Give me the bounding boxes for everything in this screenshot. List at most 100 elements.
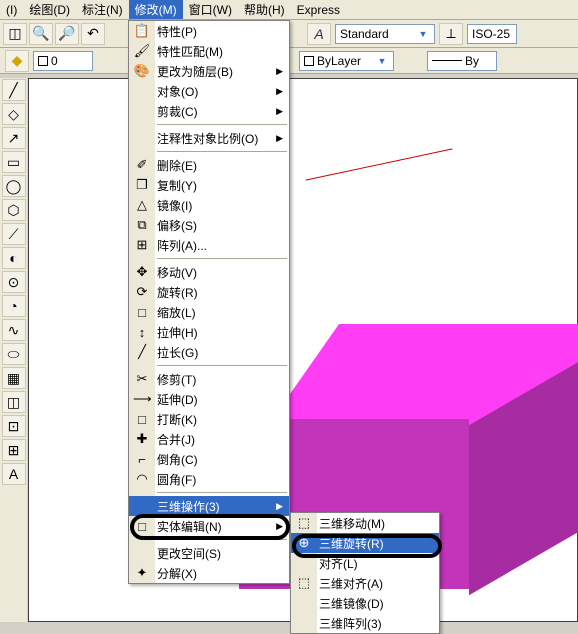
menu-Express[interactable]: Express xyxy=(291,0,346,19)
menu-icon: □ xyxy=(133,305,151,320)
modify-item-20[interactable]: ✂修剪(T) xyxy=(129,369,289,389)
tool-icon[interactable]: ∿ xyxy=(2,319,26,341)
menu-icon: ╱ xyxy=(133,344,151,360)
menu-修改(M)[interactable]: 修改(M) xyxy=(129,0,183,19)
modify-item-24[interactable]: ⌐倒角(C) xyxy=(129,449,289,469)
tool-icon[interactable]: ╱ xyxy=(2,79,26,101)
3dop-item-2[interactable]: 对齐(L) xyxy=(291,553,439,573)
modify-item-8[interactable]: ✐删除(E) xyxy=(129,155,289,175)
modify-item-6[interactable]: 注释性对象比例(O)▶ xyxy=(129,128,289,148)
dim-style-icon[interactable]: ⟂ xyxy=(439,23,463,45)
tool-icon[interactable]: ▦ xyxy=(2,367,26,389)
modify-item-17[interactable]: ↕拉伸(H) xyxy=(129,322,289,342)
separator xyxy=(157,258,287,259)
menu-label: 偏移(S) xyxy=(157,217,197,234)
color-combo[interactable]: ByLayer▼ xyxy=(299,51,394,71)
tool-icon[interactable]: 🔎 xyxy=(55,23,79,45)
modify-item-0[interactable]: 📋特性(P) xyxy=(129,21,289,41)
modify-item-11[interactable]: ⧉偏移(S) xyxy=(129,215,289,235)
menu-label: 三维阵列(3) xyxy=(319,615,382,632)
text-style-icon[interactable]: A xyxy=(307,23,331,45)
modify-item-18[interactable]: ╱ 拉长(G) xyxy=(129,342,289,362)
modify-item-1[interactable]: 🖌特性匹配(M) xyxy=(129,41,289,61)
modify-item-16[interactable]: □缩放(L) xyxy=(129,302,289,322)
tool-icon[interactable]: ⬡ xyxy=(2,199,26,221)
modify-item-31[interactable]: ✦分解(X) xyxy=(129,563,289,583)
3dop-item-1[interactable]: ⊕三维旋转(R) xyxy=(291,533,439,553)
modify-item-28[interactable]: □实体编辑(N)▶ xyxy=(129,516,289,536)
dropdown-icon: ▼ xyxy=(375,56,389,66)
modify-item-12[interactable]: ⊞阵列(A)... xyxy=(129,235,289,255)
submenu-arrow-icon: ▶ xyxy=(276,133,283,144)
menu-icon: 🖌 xyxy=(133,43,151,59)
text-style-combo[interactable]: Standard▼ xyxy=(335,24,435,44)
line-preview xyxy=(432,60,462,61)
3dop-item-4[interactable]: 三维镜像(D) xyxy=(291,593,439,613)
menu-label: 复制(Y) xyxy=(157,177,197,194)
menu-绘图(D)[interactable]: 绘图(D) xyxy=(23,0,76,19)
tool-icon[interactable]: ⟋ xyxy=(2,223,26,245)
tool-icon[interactable]: ↗ xyxy=(2,127,26,149)
menu-label: 对象(O) xyxy=(157,83,198,100)
tool-icon[interactable]: ◯ xyxy=(2,175,26,197)
modify-item-23[interactable]: ✚ 合并(J) xyxy=(129,429,289,449)
layer-combo[interactable]: 0 xyxy=(33,51,93,71)
color-swatch xyxy=(38,56,48,66)
tool-icon[interactable]: ◫ xyxy=(3,23,27,45)
menu-帮助(H)[interactable]: 帮助(H) xyxy=(238,0,291,19)
menu-icon: ⌐ xyxy=(133,452,151,467)
modify-item-21[interactable]: ⟶延伸(D) xyxy=(129,389,289,409)
tool-icon[interactable]: ↶ xyxy=(81,23,105,45)
menu-label: 三维移动(M) xyxy=(319,515,385,532)
modify-item-27[interactable]: 三维操作(3)▶ xyxy=(129,496,289,516)
menu-窗口(W)[interactable]: 窗口(W) xyxy=(183,0,238,19)
combo-value: 0 xyxy=(51,54,88,68)
menu-label: 分解(X) xyxy=(157,565,197,582)
red-line xyxy=(306,148,453,180)
modify-item-3[interactable]: 对象(O)▶ xyxy=(129,81,289,101)
menu-label: 拉长(G) xyxy=(157,344,198,361)
modify-item-9[interactable]: ❐ 复制(Y) xyxy=(129,175,289,195)
tool-icon[interactable]: ▭ xyxy=(2,151,26,173)
menu-icon: ⊞ xyxy=(133,237,151,253)
menu-标注(N)[interactable]: 标注(N) xyxy=(76,0,129,19)
menu-icon: ✚ xyxy=(133,431,151,447)
tool-icon[interactable]: 🔍 xyxy=(29,23,53,45)
menu-icon: ⟳ xyxy=(133,284,151,300)
left-toolbar: ╱ ◇ ↗ ▭ ◯ ⬡ ⟋ ◐ ⊙ ◔ ∿ ⬭ ▦ ◫ ⊡ ⊞ A xyxy=(0,78,27,622)
menu-label: 延伸(D) xyxy=(157,391,198,408)
tool-icon[interactable]: ⬭ xyxy=(2,343,26,365)
menu-label: 合并(J) xyxy=(157,431,195,448)
modify-item-22[interactable]: □打断(K) xyxy=(129,409,289,429)
3dop-item-0[interactable]: ⬚三维移动(M) xyxy=(291,513,439,533)
modify-item-4[interactable]: 剪裁(C)▶ xyxy=(129,101,289,121)
lineweight-combo[interactable]: By xyxy=(427,51,497,71)
modify-item-15[interactable]: ⟳旋转(R) xyxy=(129,282,289,302)
submenu-arrow-icon: ▶ xyxy=(276,521,283,532)
modify-item-14[interactable]: ✥移动(V) xyxy=(129,262,289,282)
menu-icon: 🎨 xyxy=(133,63,151,79)
modify-item-30[interactable]: 更改空间(S) xyxy=(129,543,289,563)
separator xyxy=(157,539,287,540)
tool-icon[interactable]: ◫ xyxy=(2,391,26,413)
dim-style-combo[interactable]: ISO-25 xyxy=(467,24,517,44)
tool-icon[interactable]: ⊡ xyxy=(2,415,26,437)
tool-icon[interactable]: ◐ xyxy=(2,247,26,269)
menu-(I)[interactable]: (I) xyxy=(0,0,23,19)
modify-item-2[interactable]: 🎨更改为随层(B)▶ xyxy=(129,61,289,81)
tool-icon[interactable]: ◇ xyxy=(2,103,26,125)
tool-icon[interactable]: ◔ xyxy=(2,295,26,317)
3dop-item-5[interactable]: 三维阵列(3) xyxy=(291,613,439,633)
tool-icon[interactable]: ⊞ xyxy=(2,439,26,461)
layer-icon[interactable]: ◆ xyxy=(5,50,29,72)
modify-item-10[interactable]: △镜像(I) xyxy=(129,195,289,215)
3dop-item-3[interactable]: ⬚三维对齐(A) xyxy=(291,573,439,593)
tool-icon[interactable]: A xyxy=(2,463,26,485)
combo-value: By xyxy=(465,54,492,68)
menu-label: 三维对齐(A) xyxy=(319,575,383,592)
menu-label: 三维镜像(D) xyxy=(319,595,384,612)
tool-icon[interactable]: ⊙ xyxy=(2,271,26,293)
modify-item-25[interactable]: ◠圆角(F) xyxy=(129,469,289,489)
menu-icon: ❐ xyxy=(133,177,151,193)
submenu-arrow-icon: ▶ xyxy=(276,501,283,512)
